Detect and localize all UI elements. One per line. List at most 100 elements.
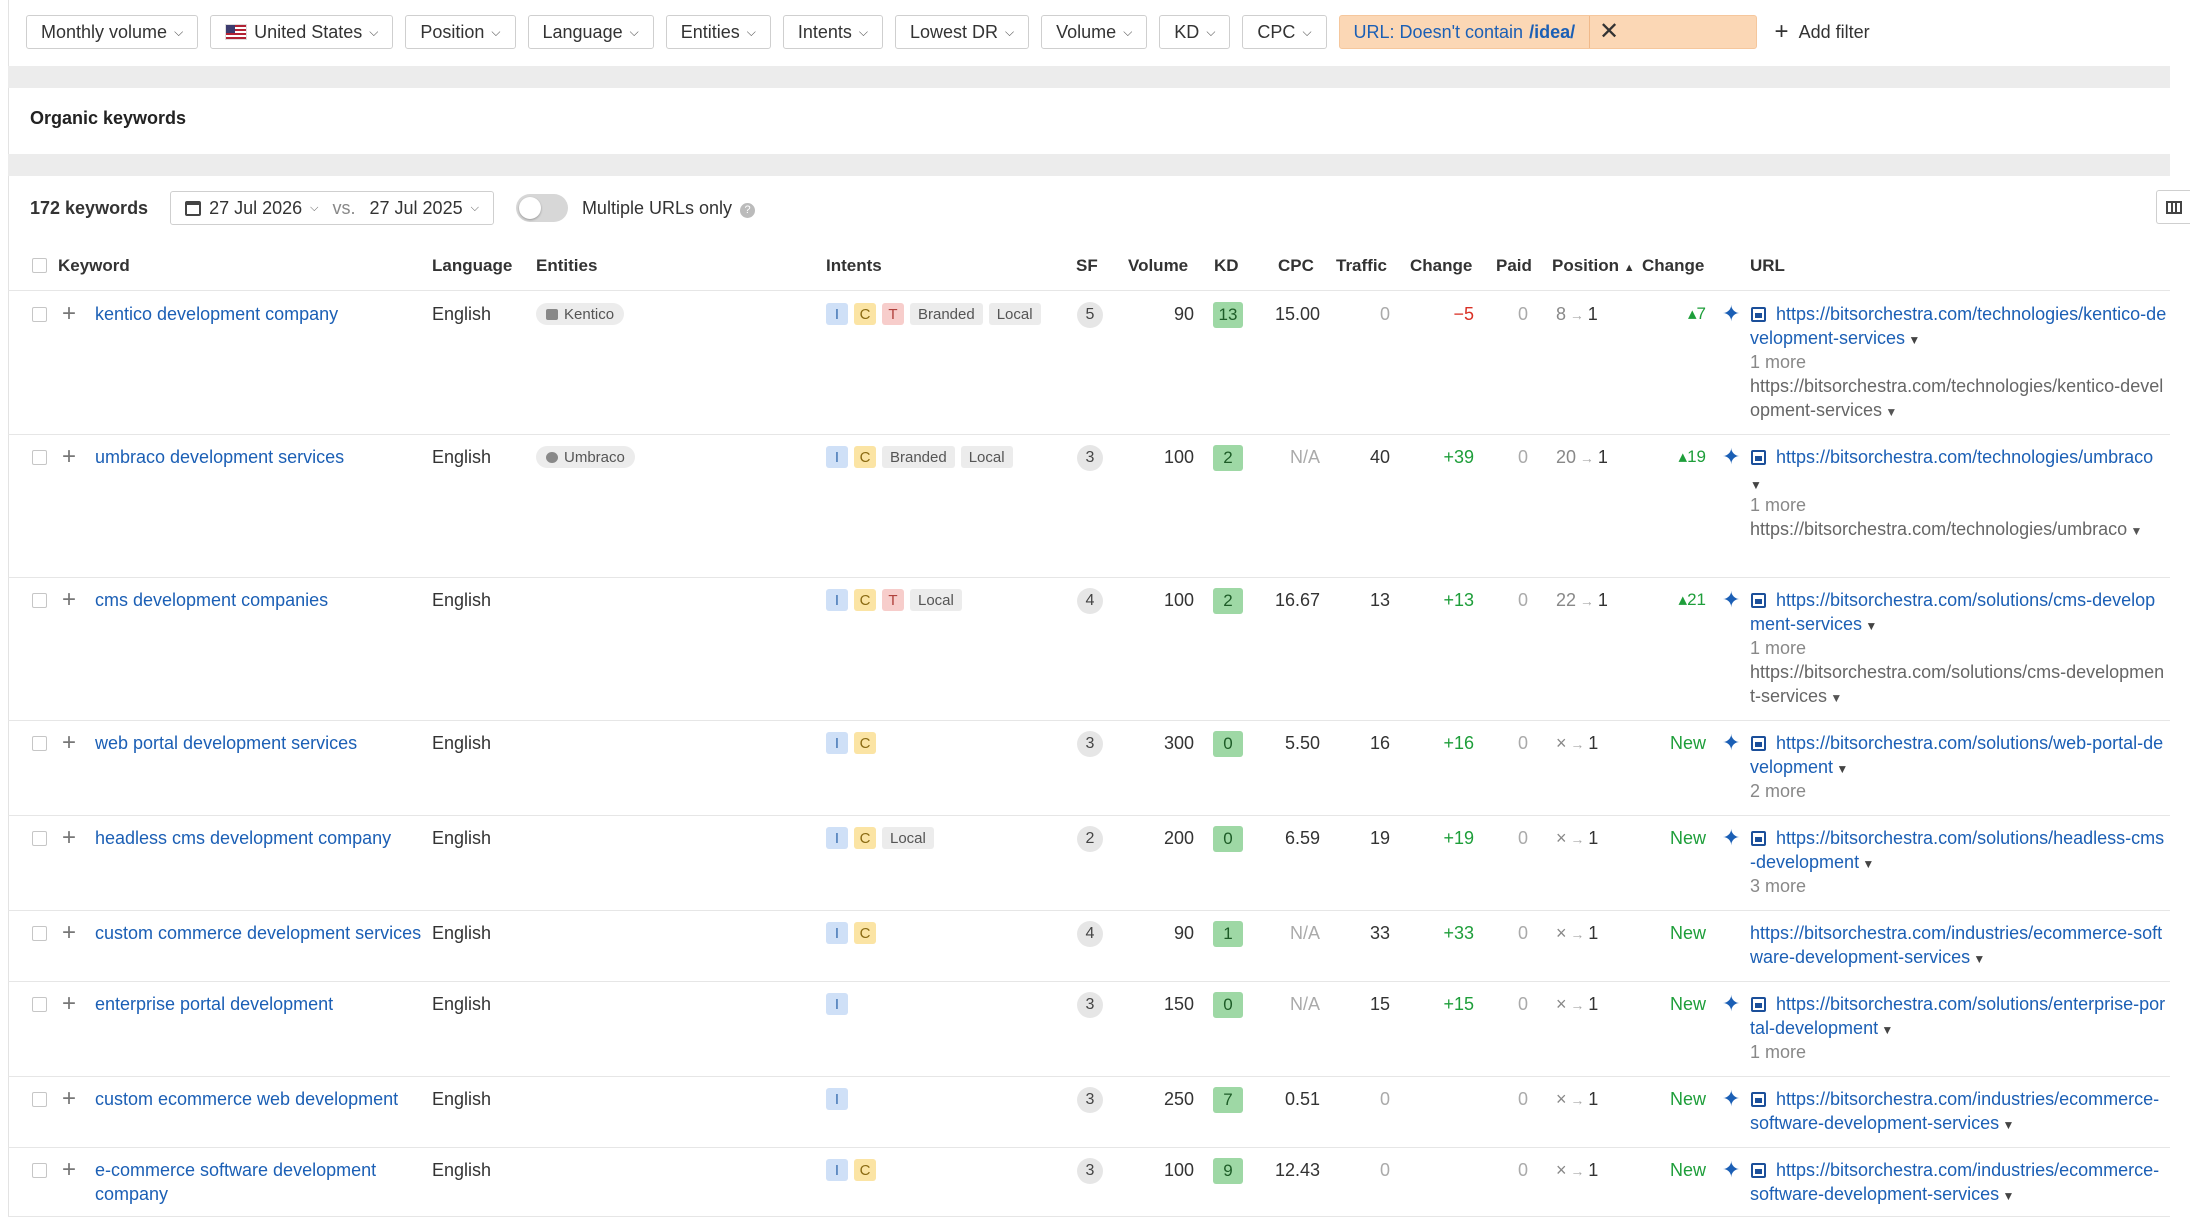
serp-features[interactable]: 4 bbox=[1077, 921, 1103, 947]
filter-lowest-dr[interactable]: Lowest DR ⌵ bbox=[895, 15, 1030, 49]
col-position[interactable]: Position ▲ bbox=[1552, 256, 1635, 278]
serp-features[interactable]: 3 bbox=[1077, 992, 1103, 1018]
row-checkbox[interactable] bbox=[32, 831, 47, 846]
col-url[interactable]: URL bbox=[1750, 256, 1785, 278]
caret-down-icon[interactable]: ▼ bbox=[1999, 1189, 2014, 1203]
plus-icon[interactable]: + bbox=[62, 921, 76, 945]
col-entities[interactable]: Entities bbox=[536, 256, 597, 278]
position: × → 1 bbox=[1556, 992, 1598, 1017]
add-filter-button[interactable]: + Add filter bbox=[1775, 20, 1870, 44]
keyword-link[interactable]: enterprise portal development bbox=[95, 992, 425, 1016]
date-range-picker[interactable]: 27 Jul 2026 ⌵ vs. 27 Jul 2025 ⌵ bbox=[170, 191, 494, 225]
url-link[interactable]: https://bitsorchestra.com/industries/eco… bbox=[1750, 1158, 2168, 1208]
url-link[interactable]: https://bitsorchestra.com/solutions/cms-… bbox=[1750, 588, 2168, 638]
columns-button[interactable] bbox=[2156, 190, 2190, 224]
row-checkbox[interactable] bbox=[32, 1163, 47, 1178]
col-cpc[interactable]: CPC bbox=[1278, 256, 1314, 278]
caret-down-icon[interactable]: ▼ bbox=[1750, 478, 1762, 492]
filter-monthly-volume[interactable]: Monthly volume ⌵ bbox=[26, 15, 199, 49]
row-checkbox[interactable] bbox=[32, 926, 47, 941]
filter-cpc[interactable]: CPC ⌵ bbox=[1242, 15, 1327, 49]
entity-badge[interactable]: Umbraco bbox=[536, 446, 635, 468]
url-link[interactable]: https://bitsorchestra.com/technologies/k… bbox=[1750, 302, 2168, 352]
col-change[interactable]: Change bbox=[1410, 256, 1472, 278]
keyword-link[interactable]: kentico development company bbox=[95, 302, 425, 326]
serp-features[interactable]: 5 bbox=[1077, 302, 1103, 328]
caret-down-icon[interactable]: ▼ bbox=[1882, 405, 1897, 419]
caret-down-icon[interactable]: ▼ bbox=[1833, 762, 1848, 776]
col-keyword[interactable]: Keyword bbox=[58, 256, 130, 278]
col-position-change[interactable]: Change bbox=[1642, 256, 1704, 278]
url-link[interactable]: https://bitsorchestra.com/industries/eco… bbox=[1750, 1087, 2168, 1137]
more-urls[interactable]: 1 more bbox=[1750, 636, 1806, 660]
keyword-link[interactable]: cms development companies bbox=[95, 588, 425, 612]
language: English bbox=[432, 994, 492, 1014]
url-link[interactable]: https://bitsorchestra.com/industries/eco… bbox=[1750, 921, 2168, 971]
keyword-link[interactable]: custom ecommerce web development bbox=[95, 1087, 425, 1111]
col-volume[interactable]: Volume bbox=[1128, 256, 1188, 278]
plus-icon[interactable]: + bbox=[62, 588, 76, 612]
more-urls[interactable]: 2 more bbox=[1750, 779, 1806, 803]
caret-down-icon[interactable]: ▼ bbox=[1859, 857, 1874, 871]
url-link[interactable]: https://bitsorchestra.com/solutions/head… bbox=[1750, 826, 2168, 876]
url-link[interactable]: https://bitsorchestra.com/solutions/web-… bbox=[1750, 731, 2168, 781]
keyword-link[interactable]: headless cms development company bbox=[95, 826, 425, 850]
url-link[interactable]: https://bitsorchestra.com/technologies/u… bbox=[1750, 445, 2168, 497]
multiple-urls-toggle[interactable] bbox=[515, 194, 568, 222]
col-sf[interactable]: SF bbox=[1076, 256, 1098, 278]
previous-url-text: https://bitsorchestra.com/solutions/cms-… bbox=[1750, 662, 2165, 706]
row-checkbox[interactable] bbox=[32, 307, 47, 322]
filter-language[interactable]: Language ⌵ bbox=[527, 15, 654, 49]
plus-icon[interactable]: + bbox=[62, 302, 76, 326]
plus-icon[interactable]: + bbox=[62, 1158, 76, 1182]
serp-features[interactable]: 4 bbox=[1077, 588, 1103, 614]
keyword-link[interactable]: web portal development services bbox=[95, 731, 425, 755]
more-urls[interactable]: 3 more bbox=[1750, 874, 1806, 898]
serp-features[interactable]: 3 bbox=[1077, 1158, 1103, 1184]
col-intents[interactable]: Intents bbox=[826, 256, 882, 278]
caret-down-icon[interactable]: ▼ bbox=[1862, 619, 1877, 633]
keyword-link[interactable]: e-commerce software development company bbox=[95, 1158, 425, 1206]
col-paid[interactable]: Paid bbox=[1496, 256, 1532, 278]
more-urls[interactable]: 1 more bbox=[1750, 1040, 1806, 1064]
plus-icon[interactable]: + bbox=[62, 445, 76, 469]
row-checkbox[interactable] bbox=[32, 997, 47, 1012]
caret-down-icon[interactable]: ▼ bbox=[1878, 1023, 1893, 1037]
filter-url-active[interactable]: URL: Doesn't contain/idea/ ✕ bbox=[1338, 15, 1757, 49]
caret-down-icon[interactable]: ▼ bbox=[1827, 691, 1842, 705]
row-checkbox[interactable] bbox=[32, 450, 47, 465]
filter-country[interactable]: United States ⌵ bbox=[210, 15, 394, 49]
row-checkbox[interactable] bbox=[32, 593, 47, 608]
keyword-link[interactable]: custom commerce development services bbox=[95, 921, 425, 945]
col-traffic[interactable]: Traffic bbox=[1336, 256, 1387, 278]
row-checkbox[interactable] bbox=[32, 1092, 47, 1107]
serp-features[interactable]: 3 bbox=[1077, 445, 1103, 471]
caret-down-icon[interactable]: ▼ bbox=[1905, 333, 1920, 347]
plus-icon[interactable]: + bbox=[62, 1087, 76, 1111]
col-language[interactable]: Language bbox=[432, 256, 512, 278]
filter-entities[interactable]: Entities ⌵ bbox=[665, 15, 771, 49]
more-urls[interactable]: 1 more bbox=[1750, 493, 1806, 517]
select-all-checkbox[interactable] bbox=[32, 258, 47, 273]
caret-down-icon[interactable]: ▼ bbox=[1999, 1118, 2014, 1132]
serp-features[interactable]: 3 bbox=[1077, 1087, 1103, 1113]
keyword-link[interactable]: umbraco development services bbox=[95, 445, 425, 469]
filter-volume[interactable]: Volume ⌵ bbox=[1041, 15, 1148, 49]
plus-icon[interactable]: + bbox=[62, 826, 76, 850]
serp-features[interactable]: 3 bbox=[1077, 731, 1103, 757]
serp-features[interactable]: 2 bbox=[1077, 826, 1103, 852]
url-link[interactable]: https://bitsorchestra.com/solutions/ente… bbox=[1750, 992, 2168, 1042]
caret-down-icon[interactable]: ▼ bbox=[1970, 952, 1985, 966]
close-icon[interactable]: ✕ bbox=[1589, 16, 1628, 48]
filter-intents[interactable]: Intents ⌵ bbox=[782, 15, 883, 49]
row-checkbox[interactable] bbox=[32, 736, 47, 751]
filter-position[interactable]: Position ⌵ bbox=[405, 15, 516, 49]
plus-icon[interactable]: + bbox=[62, 731, 76, 755]
filter-kd[interactable]: KD ⌵ bbox=[1159, 15, 1231, 49]
more-urls[interactable]: 1 more bbox=[1750, 350, 1806, 374]
entity-badge[interactable]: Kentico bbox=[536, 303, 625, 325]
caret-down-icon[interactable]: ▼ bbox=[2127, 524, 2143, 538]
help-icon[interactable]: ? bbox=[740, 202, 755, 218]
col-kd[interactable]: KD bbox=[1214, 256, 1239, 278]
plus-icon[interactable]: + bbox=[62, 992, 76, 1016]
